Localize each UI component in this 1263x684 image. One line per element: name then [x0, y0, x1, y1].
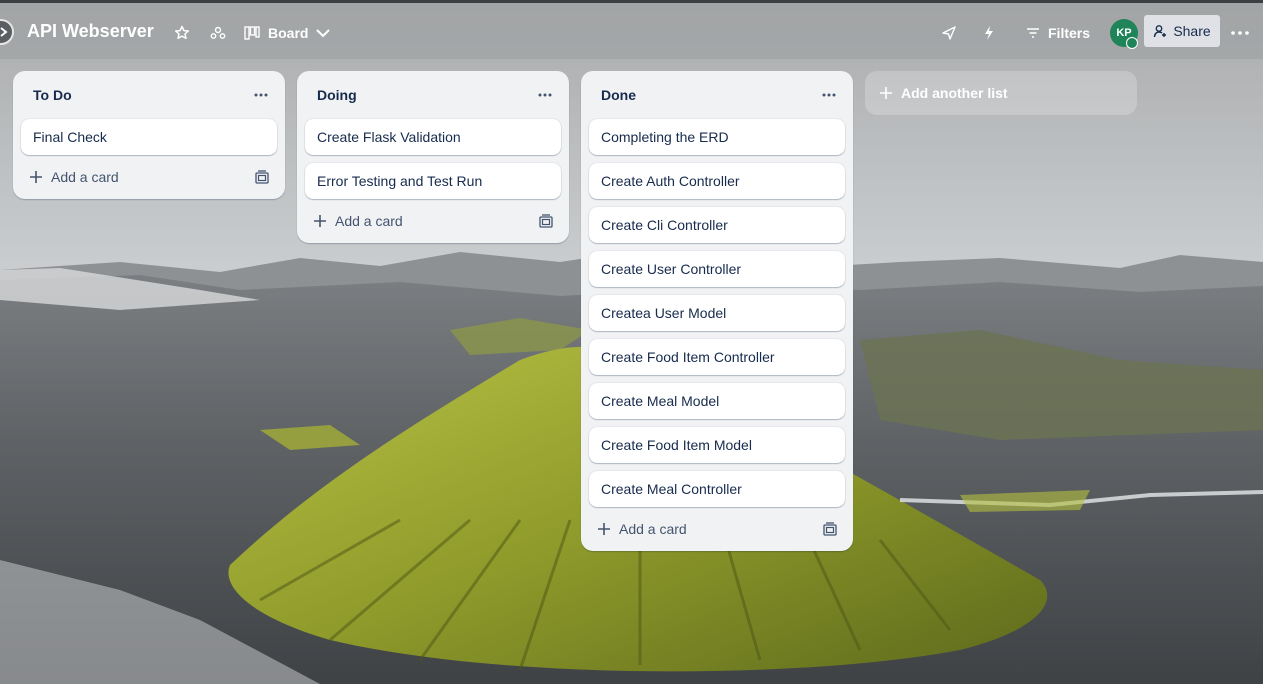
add-card-button[interactable]: Add a card — [597, 521, 687, 537]
list-title[interactable]: Doing — [317, 87, 357, 103]
card-list: Final Check — [13, 119, 285, 155]
board-title[interactable]: API Webserver — [27, 20, 154, 42]
card[interactable]: Create Food Item Model — [589, 427, 845, 463]
card[interactable]: Create User Controller — [589, 251, 845, 287]
ellipsis-icon — [822, 93, 836, 97]
card[interactable]: Create Meal Model — [589, 383, 845, 419]
card[interactable]: Completing the ERD — [589, 119, 845, 155]
card[interactable]: Create Cli Controller — [589, 207, 845, 243]
card[interactable]: Create Auth Controller — [589, 163, 845, 199]
share-button[interactable]: Share — [1144, 15, 1220, 47]
list-header: Doing — [297, 71, 569, 119]
filters-label: Filters — [1048, 25, 1091, 41]
list-actions-button[interactable] — [249, 83, 273, 107]
list-actions-button[interactable] — [817, 83, 841, 107]
list-done: Done Completing the ERD Create Auth Cont… — [581, 71, 853, 551]
board-icon — [244, 26, 260, 40]
card-list: Create Flask Validation Error Testing an… — [297, 119, 569, 199]
add-card-label: Add a card — [619, 521, 687, 537]
add-card-label: Add a card — [51, 169, 119, 185]
workspace-visibility-icon[interactable] — [208, 23, 228, 43]
add-member-icon — [1154, 25, 1167, 38]
add-list-label: Add another list — [901, 85, 1008, 101]
power-ups-rocket-icon[interactable] — [939, 23, 959, 43]
filter-icon — [1027, 28, 1039, 38]
board-view-switcher[interactable]: Board — [244, 21, 331, 45]
add-another-list-button[interactable]: Add another list — [865, 71, 1137, 115]
list-actions-button[interactable] — [533, 83, 557, 107]
create-from-template-icon[interactable] — [537, 212, 555, 230]
star-icon[interactable] — [172, 23, 192, 43]
ellipsis-icon — [538, 93, 552, 97]
list-title[interactable]: To Do — [33, 87, 72, 103]
add-card-button[interactable]: Add a card — [29, 169, 119, 185]
board-header: API Webserver Board Filters KP Share — [0, 3, 1263, 59]
share-label: Share — [1173, 23, 1211, 39]
list-footer: Add a card — [581, 507, 853, 551]
card[interactable]: Create Food Item Controller — [589, 339, 845, 375]
plus-icon — [314, 215, 326, 227]
plus-icon — [880, 87, 892, 99]
list-header: Done — [581, 71, 853, 119]
chevron-right-icon — [0, 27, 8, 37]
list-doing: Doing Create Flask Validation Error Test… — [297, 71, 569, 243]
sidebar-expand-button[interactable] — [0, 19, 14, 45]
list-footer: Add a card — [13, 155, 285, 199]
card[interactable]: Error Testing and Test Run — [305, 163, 561, 199]
automation-lightning-icon[interactable] — [979, 23, 999, 43]
ellipsis-icon — [254, 93, 268, 97]
card[interactable]: Final Check — [21, 119, 277, 155]
add-card-label: Add a card — [335, 213, 403, 229]
chevron-down-icon — [316, 29, 331, 38]
plus-icon — [30, 171, 42, 183]
card[interactable]: Create Flask Validation — [305, 119, 561, 155]
board-view-label: Board — [268, 25, 309, 41]
admin-badge-icon — [1126, 37, 1138, 49]
plus-icon — [598, 523, 610, 535]
list-header: To Do — [13, 71, 285, 119]
list-todo: To Do Final Check Add a card — [13, 71, 285, 199]
card[interactable]: Create Meal Controller — [589, 471, 845, 507]
create-from-template-icon[interactable] — [253, 168, 271, 186]
add-card-button[interactable]: Add a card — [313, 213, 403, 229]
board-menu-button[interactable] — [1228, 21, 1252, 45]
card-list: Completing the ERD Create Auth Controlle… — [581, 119, 853, 507]
create-from-template-icon[interactable] — [821, 520, 839, 538]
list-title[interactable]: Done — [601, 87, 636, 103]
list-footer: Add a card — [297, 199, 569, 243]
card[interactable]: Createa User Model — [589, 295, 845, 331]
ellipsis-icon — [1231, 31, 1249, 35]
filters-button[interactable]: Filters — [1026, 21, 1090, 45]
